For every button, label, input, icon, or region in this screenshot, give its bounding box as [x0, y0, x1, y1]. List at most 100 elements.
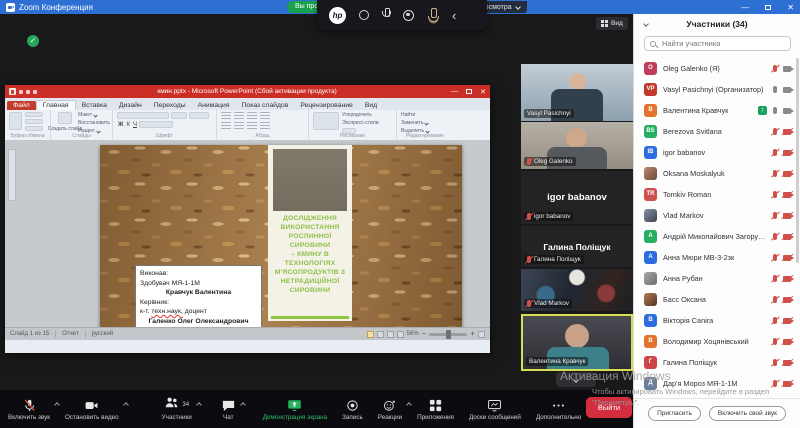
participant-search[interactable]	[644, 36, 791, 51]
participant-row[interactable]: B Володимир Хоцянівський	[634, 331, 800, 352]
participant-row[interactable]: Басс Оксана	[634, 289, 800, 310]
collapse-back-icon[interactable]: ‹	[452, 9, 456, 22]
participant-row[interactable]: TR Tomkiv Roman	[634, 184, 800, 205]
zoom-in-button[interactable]: +	[470, 330, 475, 338]
tab-animation[interactable]: Анимация	[192, 101, 236, 110]
participant-row[interactable]: B Валентина Кравчук	[634, 100, 800, 121]
participant-row[interactable]: A Андрій Миколайович Загорул...	[634, 226, 800, 247]
bullets-button[interactable]	[221, 112, 231, 120]
quick-access-toolbar[interactable]	[19, 90, 37, 94]
indent-button[interactable]	[247, 112, 257, 120]
close-icon[interactable]: ✕	[787, 3, 794, 12]
format-painter-button[interactable]	[25, 126, 43, 131]
zoom-out-button[interactable]: −	[422, 330, 427, 338]
sorter-view-button[interactable]	[377, 331, 384, 338]
participant-row[interactable]: Д Дар'я Мороз МЯ-1-1М	[634, 373, 800, 394]
font-grow-shrink[interactable]	[189, 112, 209, 119]
paste-button[interactable]	[9, 112, 22, 130]
minimize-icon[interactable]: —	[741, 3, 749, 12]
participant-row[interactable]: Vlad Markov	[634, 205, 800, 226]
font-name-box[interactable]	[117, 112, 169, 119]
unmute-audio-button[interactable]: Включить звук	[8, 398, 50, 421]
slideshow-view-button[interactable]	[397, 331, 404, 338]
participant-row[interactable]: A Анна Мюри МВ-3-2зк	[634, 247, 800, 268]
maximize-icon[interactable]	[765, 5, 771, 10]
ppt-maximize-icon[interactable]	[466, 89, 472, 94]
video-tile[interactable]: Oleg Galenko	[521, 122, 633, 169]
align-right-button[interactable]	[247, 122, 257, 130]
participants-button[interactable]: 34 Участники	[162, 398, 192, 421]
chat-button[interactable]: Чат	[221, 398, 236, 421]
participant-row[interactable]: B Вікторія Canira	[634, 310, 800, 331]
video-options-chevron[interactable]	[123, 402, 129, 408]
participant-row[interactable]: O Oleg Galenko (Я)	[634, 58, 800, 79]
tab-view[interactable]: Вид	[359, 101, 383, 110]
scrollbar[interactable]	[796, 58, 799, 263]
shapes-gallery[interactable]	[313, 112, 339, 130]
cut-button[interactable]	[25, 112, 43, 117]
tab-insert[interactable]: Вставка	[76, 101, 113, 110]
italic-button[interactable]: К	[125, 122, 131, 128]
audio-options-chevron[interactable]	[54, 402, 60, 408]
justify-button[interactable]	[260, 122, 270, 130]
normal-view-button[interactable]	[367, 331, 374, 338]
reactions-button[interactable]: Реакции	[378, 398, 402, 421]
participant-row[interactable]: VP Vasyl Pasichnyi (Организатор)	[634, 79, 800, 100]
zoom-slider[interactable]	[429, 333, 467, 336]
invite-button[interactable]: Пригласить	[648, 406, 701, 421]
tab-slideshow[interactable]: Показ слайдов	[236, 101, 295, 110]
video-tile[interactable]: igor babanov igor babanov	[521, 171, 633, 224]
align-center-button[interactable]	[234, 122, 244, 130]
find-button[interactable]: Найти	[401, 112, 429, 118]
bold-button[interactable]: Ж	[117, 122, 124, 128]
tab-design[interactable]: Дизайн	[113, 101, 148, 110]
fit-slide-button[interactable]	[478, 331, 485, 338]
record-button[interactable]: Запись	[342, 398, 363, 421]
tab-file[interactable]: Файл	[7, 101, 36, 110]
font-size-box[interactable]	[171, 112, 187, 119]
microphone-icon[interactable]	[382, 8, 390, 22]
font-effects[interactable]	[139, 121, 173, 128]
participant-row[interactable]: Анна Рубан	[634, 268, 800, 289]
slide-canvas[interactable]: ДОСЛІДЖЕННЯ ВИКОРИСТАННЯ РОСЛИННОЇ СИРОВ…	[100, 145, 462, 337]
more-button[interactable]: Дополнительно	[536, 398, 581, 421]
tab-review[interactable]: Рецензирование	[294, 101, 358, 110]
chevron-down-icon[interactable]	[643, 21, 649, 27]
apps-button[interactable]: Приложения	[417, 398, 454, 421]
replace-button[interactable]: Заменить	[401, 120, 429, 126]
numbering-button[interactable]	[234, 112, 244, 120]
copy-button[interactable]	[25, 119, 43, 124]
reading-view-button[interactable]	[387, 331, 394, 338]
reactions-options-chevron[interactable]	[406, 402, 412, 408]
chat-options-chevron[interactable]	[240, 402, 246, 408]
video-tile[interactable]: Галина Поліщук Галина Поліщук	[521, 226, 633, 267]
whiteboards-button[interactable]: Доски сообщений	[469, 398, 521, 421]
circle-icon[interactable]	[359, 10, 369, 20]
unmute-self-button[interactable]: Включить свой звук	[709, 406, 786, 421]
participant-row[interactable]: BS Berezova Svitlana	[634, 121, 800, 142]
search-input[interactable]	[660, 38, 785, 49]
participant-row[interactable]: Г Галина Поліщук	[634, 352, 800, 373]
spacing-button[interactable]	[260, 112, 270, 120]
video-tile[interactable]: Vasyl Pasichnyi	[521, 64, 633, 121]
ppt-minimize-icon[interactable]: —	[451, 88, 458, 95]
collapse-video-strip-button[interactable]	[556, 372, 596, 387]
stop-video-button[interactable]: Остановить видео	[65, 398, 119, 421]
outline-pane[interactable]	[8, 149, 16, 201]
new-slide-button[interactable]	[58, 112, 72, 124]
participant-row[interactable]: IB igor babanov	[634, 142, 800, 163]
video-tile[interactable]: Vlad Markov	[521, 269, 633, 311]
share-screen-button[interactable]: Демонстрация экрана	[263, 398, 327, 421]
align-left-button[interactable]	[221, 122, 231, 130]
microphone-waves-icon[interactable]	[427, 8, 439, 23]
participants-options-chevron[interactable]	[196, 402, 202, 408]
tab-home[interactable]: Главная	[36, 100, 76, 110]
video-tile-active-speaker[interactable]: Валентина Кравчук	[521, 314, 633, 371]
ppt-close-icon[interactable]: ✕	[480, 88, 486, 96]
view-layout-button[interactable]: Вид	[596, 17, 628, 30]
underline-button[interactable]: Ч	[132, 122, 138, 128]
record-icon[interactable]	[403, 10, 414, 21]
leave-meeting-button[interactable]: Выйти	[586, 397, 632, 418]
participant-row[interactable]: Oksana Moskalyuk	[634, 163, 800, 184]
tab-transitions[interactable]: Переходы	[148, 101, 192, 110]
